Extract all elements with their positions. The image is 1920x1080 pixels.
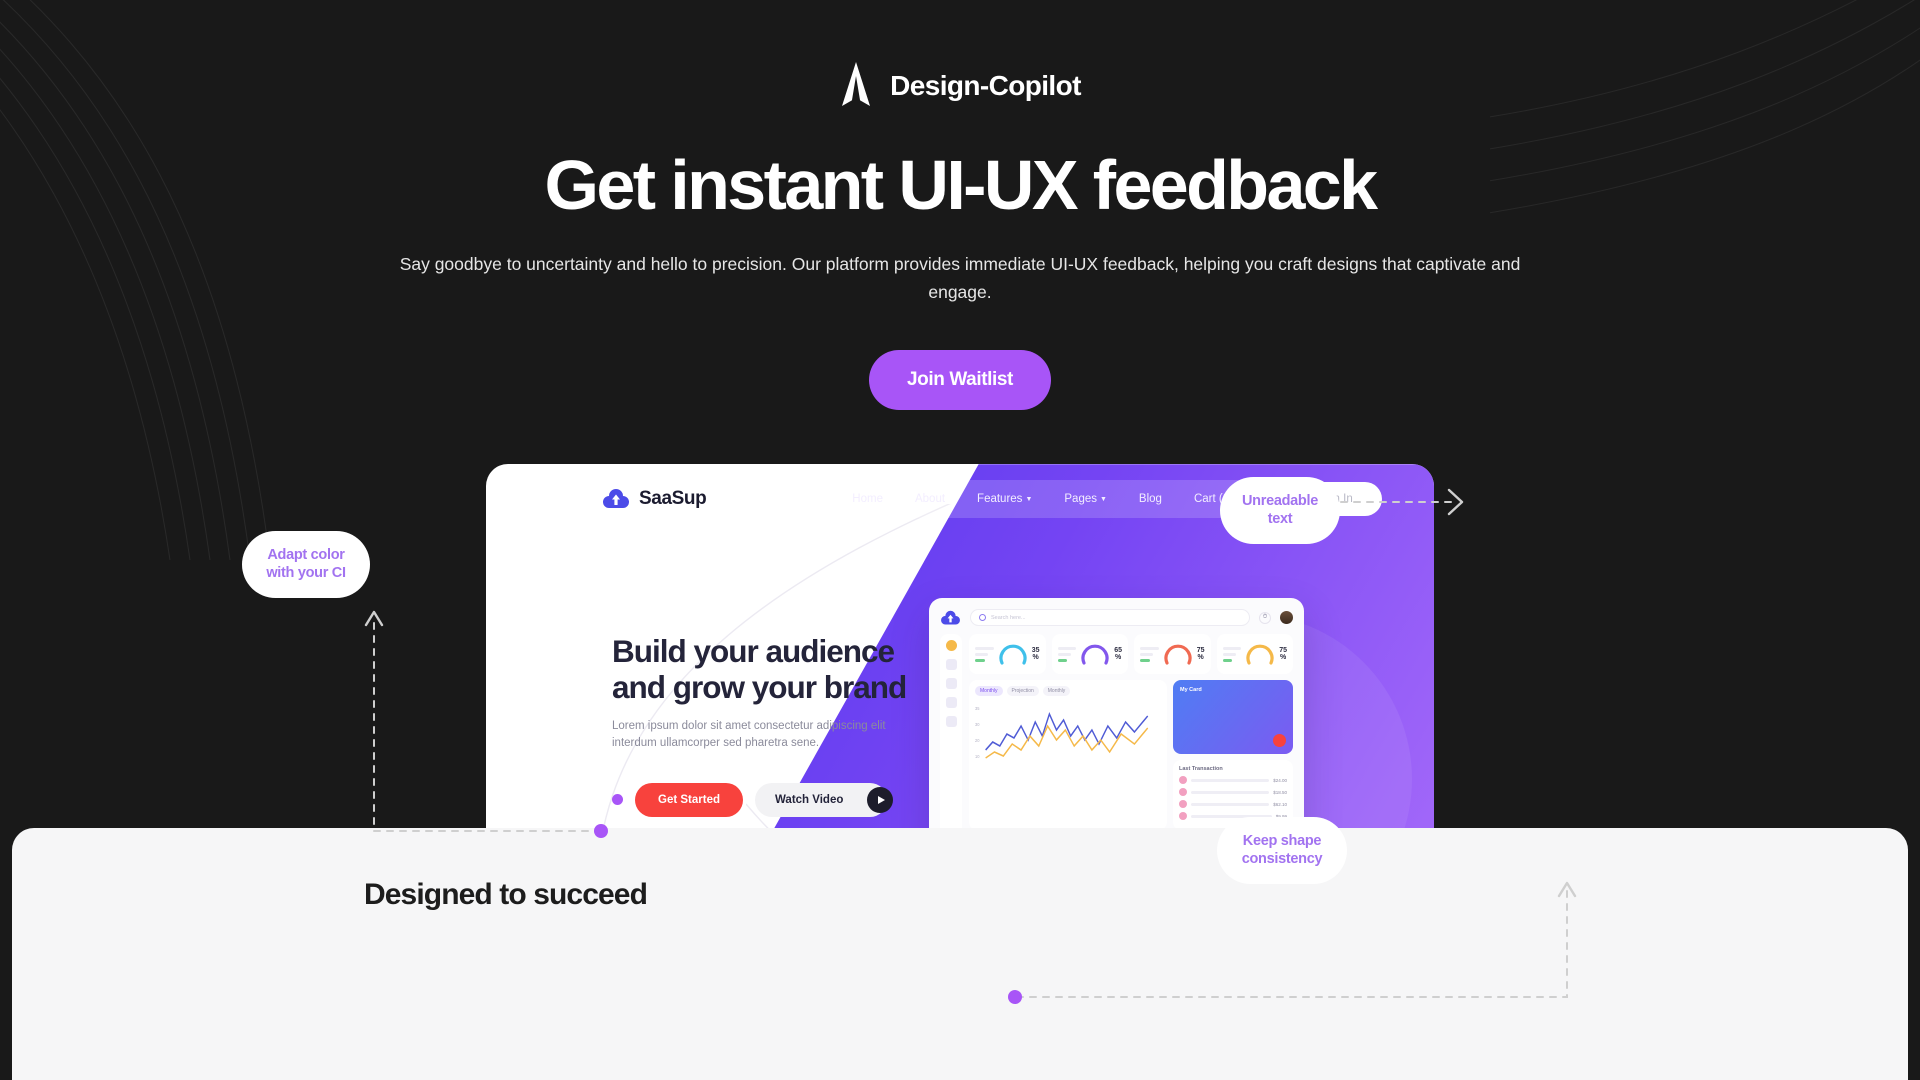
gauge-arc-icon [1164, 644, 1192, 665]
gauge-bars [1222, 646, 1242, 662]
annotation-anchor-dot [612, 794, 623, 806]
chip-monthly[interactable]: Monthly [975, 686, 1003, 697]
chip-projection[interactable]: Projection [1006, 686, 1039, 697]
rail-item-5[interactable] [945, 716, 957, 728]
gauge-arc-icon [999, 644, 1027, 665]
nav-item-home[interactable]: Home [836, 491, 899, 507]
nav-features-label: Features [977, 493, 1023, 506]
rail-item-active[interactable] [945, 640, 957, 652]
mockup-hero-content: Build your audience and grow your brand … [612, 633, 922, 817]
brand-logo: Design-Copilot [0, 62, 1920, 110]
bottom-section: Designed to succeed [12, 828, 1908, 1080]
my-card-title: My Card [1180, 687, 1202, 694]
bell-icon[interactable]: ⏱ [1259, 611, 1271, 624]
rail-item-2[interactable] [945, 659, 957, 671]
my-card-widget: My Card [1173, 680, 1293, 755]
cloud-upload-icon [603, 489, 629, 509]
dashboard-search-input[interactable]: Search here... [970, 609, 1250, 627]
svg-text:20: 20 [975, 738, 980, 743]
last-transaction-title: Last Transaction [1179, 766, 1223, 773]
rail-item-3[interactable] [945, 678, 957, 690]
line-chart-card: Monthly Projection Monthly 35 30 20 10 [969, 680, 1167, 831]
avatar[interactable] [1280, 611, 1293, 625]
gauge-value: 75% [1279, 646, 1287, 662]
callout-adapt-color: Adapt color with your CI [242, 531, 370, 599]
join-waitlist-button[interactable]: Join Waitlist [869, 350, 1051, 411]
gauge-bars [1140, 646, 1159, 662]
gauge-card: 75% [1134, 634, 1211, 675]
brand-name: Design-Copilot [890, 70, 1081, 101]
svg-text:35: 35 [975, 706, 980, 711]
svg-text:30: 30 [975, 722, 980, 727]
gauge-value: 75% [1196, 646, 1205, 662]
rail-item-4[interactable] [945, 697, 957, 709]
gauge-card: 35% [969, 634, 1046, 675]
gauge-card: 65% [1051, 634, 1128, 675]
callout-unreadable-text: Unreadable text [1220, 477, 1340, 545]
bottom-section-title: Designed to succeed [364, 878, 647, 911]
hero-subheadline: Say goodbye to uncertainty and hello to … [399, 254, 1521, 302]
get-started-button[interactable]: Get Started [635, 782, 743, 817]
line-chart: 35 30 20 10 [975, 706, 1149, 759]
nav-item-about[interactable]: About [899, 491, 961, 507]
nav-item-pages[interactable]: Pages ▼ [1048, 491, 1123, 507]
dashboard-search-placeholder: Search here... [991, 614, 1026, 621]
search-icon [979, 614, 986, 622]
saasup-logo-text: SaaSup [639, 488, 707, 510]
nav-item-features[interactable]: Features ▼ [961, 491, 1048, 507]
mockup-nav-menu: Home About Features ▼ Pages ▼ Blog Cart (0… [826, 480, 1259, 519]
arrowhead-spear-icon [842, 62, 871, 106]
card-brand-dot [1273, 734, 1286, 748]
gauge-bars [1057, 646, 1077, 662]
svg-text:10: 10 [975, 754, 980, 759]
mockup-hero-buttons: Get Started Watch Video [612, 782, 922, 817]
dashboard-panels: Monthly Projection Monthly 35 30 20 10 M… [969, 680, 1293, 831]
saasup-logo[interactable]: SaaSup [602, 488, 707, 510]
dashboard-right-column: My Card Last Transaction $24.00 $18.50 $… [1173, 680, 1293, 831]
callout-shape-consistency: Keep shape consistency [1217, 817, 1347, 885]
cta-container: Join Waitlist [0, 350, 1920, 411]
dashboard-topbar: Search here... ⏱ [940, 609, 1293, 627]
chevron-down-icon: ▼ [1099, 495, 1107, 503]
gauge-arc-icon [1246, 644, 1274, 665]
gauge-bars [975, 646, 994, 662]
gauge-row: 35% 65% 75 % 75 % [969, 634, 1293, 675]
mockup-hero-paragraph: Lorem ipsum dolor sit amet consectetur a… [612, 720, 886, 750]
nav-item-blog[interactable]: Blog [1123, 491, 1178, 507]
gauge-card: 75% [1216, 634, 1293, 675]
gauge-value: 65% [1114, 646, 1122, 662]
chevron-down-icon: ▼ [1025, 495, 1033, 503]
watch-video-button[interactable]: Watch Video [755, 782, 894, 817]
gauge-value: 35% [1031, 646, 1040, 662]
play-icon [867, 786, 894, 813]
cloud-upload-icon [941, 610, 960, 625]
mockup-hero-title: Build your audience and grow your brand [612, 633, 907, 706]
chip-monthly-2[interactable]: Monthly [1042, 686, 1071, 697]
transaction-row[interactable]: $18.50 [1179, 788, 1287, 797]
gauge-arc-icon [1081, 644, 1109, 665]
nav-pages-label: Pages [1064, 493, 1097, 506]
page-title: Get instant UI-UX feedback [544, 146, 1379, 224]
transaction-row[interactable]: $24.00 [1179, 776, 1287, 785]
transaction-row[interactable]: $62.10 [1179, 800, 1287, 809]
hero-section: Design-Copilot Get instant UI-UX feedbac… [0, 0, 1920, 411]
watch-video-label: Watch Video [775, 793, 844, 806]
chart-filter-chips: Monthly Projection Monthly [975, 686, 1161, 697]
